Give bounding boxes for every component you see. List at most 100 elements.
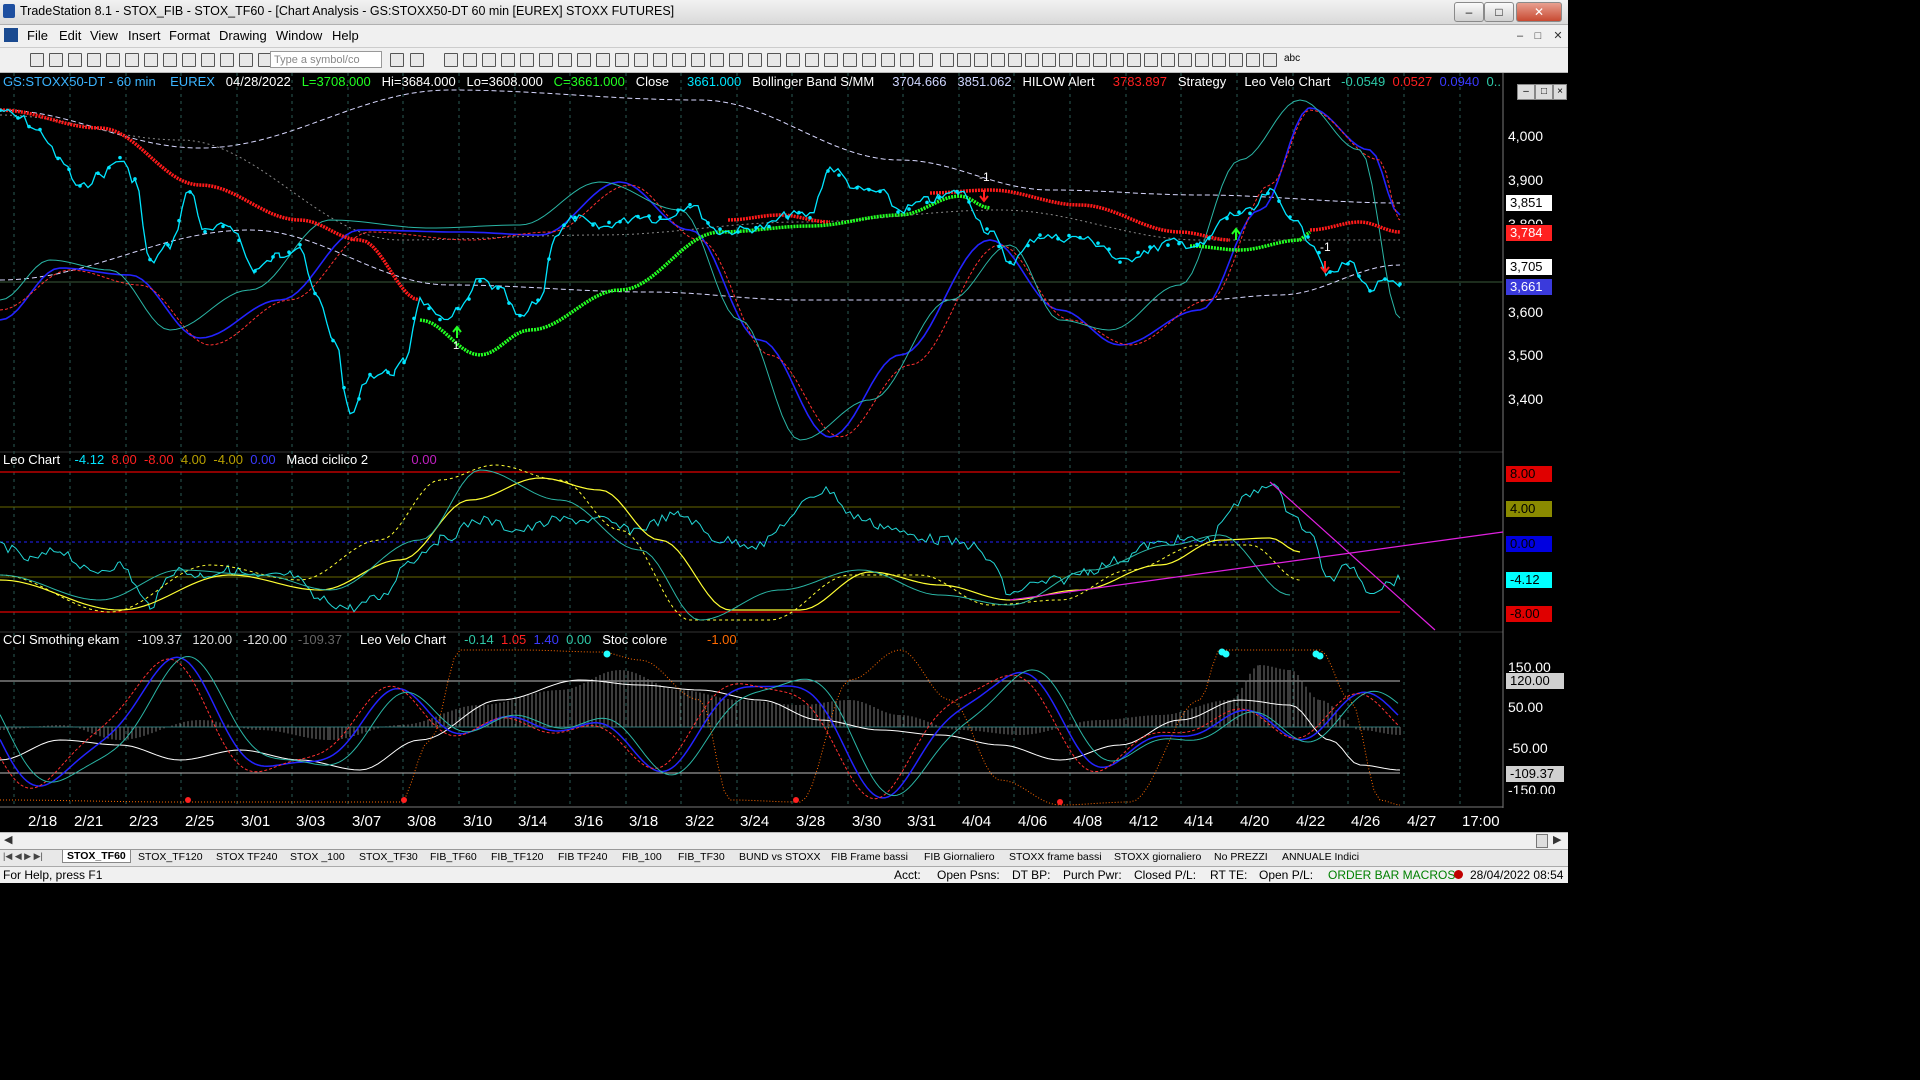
toolbar-tool-icon[interactable]	[1127, 53, 1141, 67]
tab-stox-tf240[interactable]: STOX TF240	[216, 851, 277, 863]
text-tool-button[interactable]: abc	[1284, 53, 1300, 64]
toolbar-tool-icon[interactable]	[991, 53, 1005, 67]
toolbar-tool-icon[interactable]	[501, 53, 515, 67]
menu-view[interactable]: View	[90, 28, 118, 43]
toolbar-tool-icon[interactable]	[900, 53, 914, 67]
toolbar-tool-icon[interactable]	[1076, 53, 1090, 67]
toolbar-tool-icon[interactable]	[1144, 53, 1158, 67]
toolbar-tool-icon[interactable]	[49, 53, 63, 67]
toolbar-tool-icon[interactable]	[729, 53, 743, 67]
chart-close-icon[interactable]: ×	[1553, 84, 1567, 100]
close-button[interactable]: ✕	[1516, 2, 1562, 22]
tab-fib-tf120[interactable]: FIB_TF120	[491, 851, 544, 863]
toolbar-tool-icon[interactable]	[824, 53, 838, 67]
toolbar-tool-icon[interactable]	[1178, 53, 1192, 67]
menu-drawing[interactable]: Drawing	[219, 28, 267, 43]
scroll-thumb[interactable]	[1536, 834, 1548, 848]
toolbar-tool-icon[interactable]	[482, 53, 496, 67]
toolbar-tool-icon[interactable]	[1195, 53, 1209, 67]
toolbar-tool-icon[interactable]	[596, 53, 610, 67]
toolbar-tool-icon[interactable]	[710, 53, 724, 67]
toolbar-tool-icon[interactable]	[615, 53, 629, 67]
menu-window[interactable]: Window	[276, 28, 322, 43]
tab-annuale-indici[interactable]: ANNUALE Indici	[1282, 851, 1359, 863]
tab-stox-tf30[interactable]: STOX_TF30	[359, 851, 418, 863]
toolbar-tool-icon[interactable]	[919, 53, 933, 67]
toolbar-tool-icon[interactable]	[558, 53, 572, 67]
tab-nav-icons[interactable]: |◀ ◀ ▶ ▶|	[3, 851, 43, 862]
toolbar-tool-icon[interactable]	[239, 53, 253, 67]
tab-fib-tf240[interactable]: FIB TF240	[558, 851, 607, 863]
tab-fib-frame-bassi[interactable]: FIB Frame bassi	[831, 851, 908, 863]
toolbar-tool-icon[interactable]	[1212, 53, 1226, 67]
toolbar-tool-icon[interactable]	[653, 53, 667, 67]
toolbar-tool-icon[interactable]	[87, 53, 101, 67]
menu-insert[interactable]: Insert	[128, 28, 161, 43]
scroll-right-icon[interactable]: ▶	[1553, 833, 1561, 846]
maximize-button[interactable]: □	[1484, 2, 1514, 22]
toolbar-tool-icon[interactable]	[1263, 53, 1277, 67]
toolbar-tool-icon[interactable]	[634, 53, 648, 67]
toolbar-tool-icon[interactable]	[1059, 53, 1073, 67]
toolbar-tool-icon[interactable]	[1042, 53, 1056, 67]
toolbar-tool-icon[interactable]	[106, 53, 120, 67]
toolbar-tool-icon[interactable]	[862, 53, 876, 67]
mdi-minimize-icon[interactable]: –	[1512, 29, 1528, 43]
toolbar-tool-icon[interactable]	[843, 53, 857, 67]
toolbar-tool-icon[interactable]	[1110, 53, 1124, 67]
toolbar-tool-icon[interactable]	[1229, 53, 1243, 67]
toolbar-tool-icon[interactable]	[125, 53, 139, 67]
mdi-restore-icon[interactable]: □	[1530, 29, 1546, 43]
toolbar-tool-icon[interactable]	[974, 53, 988, 67]
toolbar-tool-icon[interactable]	[182, 53, 196, 67]
tab-fib-giornaliero[interactable]: FIB Giornaliero	[924, 851, 995, 863]
toolbar-tool-icon[interactable]	[163, 53, 177, 67]
tab-stox-tf120[interactable]: STOX_TF120	[138, 851, 203, 863]
toolbar-tool-icon[interactable]	[1246, 53, 1260, 67]
toolbar-tool-icon[interactable]	[1025, 53, 1039, 67]
toolbar-tool-icon[interactable]	[1008, 53, 1022, 67]
status-order-bar[interactable]: ORDER BAR MACROS	[1328, 868, 1455, 882]
tab-fib-100[interactable]: FIB_100	[622, 851, 662, 863]
toolbar-tool-icon[interactable]	[1161, 53, 1175, 67]
toolbar-tool-icon[interactable]	[68, 53, 82, 67]
toolbar-tool-icon[interactable]	[805, 53, 819, 67]
toolbar-tool-icon[interactable]	[748, 53, 762, 67]
tab-stox-tf60[interactable]: STOX_TF60	[62, 850, 131, 863]
toolbar-tool-icon[interactable]	[767, 53, 781, 67]
minimize-button[interactable]: –	[1454, 2, 1484, 22]
scroll-left-icon[interactable]: ◀	[4, 833, 12, 846]
toolbar-tool-icon[interactable]	[390, 53, 404, 67]
tab-no-prezzi[interactable]: No PREZZI	[1214, 851, 1268, 863]
toolbar-tool-icon[interactable]	[881, 53, 895, 67]
toolbar-tool-icon[interactable]	[577, 53, 591, 67]
mdi-close-icon[interactable]: ✕	[1550, 29, 1566, 43]
menu-format[interactable]: Format	[169, 28, 210, 43]
toolbar-tool-icon[interactable]	[463, 53, 477, 67]
tab-stoxx-frame-bassi[interactable]: STOXX frame bassi	[1009, 851, 1102, 863]
doc-icon[interactable]	[4, 28, 18, 42]
toolbar-tool-icon[interactable]	[410, 53, 424, 67]
toolbar-tool-icon[interactable]	[201, 53, 215, 67]
toolbar-tool-icon[interactable]	[539, 53, 553, 67]
chart-restore-icon[interactable]: □	[1535, 84, 1553, 100]
menu-help[interactable]: Help	[332, 28, 359, 43]
toolbar-tool-icon[interactable]	[672, 53, 686, 67]
toolbar-tool-icon[interactable]	[30, 53, 44, 67]
toolbar-tool-icon[interactable]	[520, 53, 534, 67]
toolbar-tool-icon[interactable]	[1093, 53, 1107, 67]
tab-stoxx-giornaliero[interactable]: STOXX giornaliero	[1114, 851, 1201, 863]
menu-edit[interactable]: Edit	[59, 28, 81, 43]
tab-stox-100[interactable]: STOX _100	[290, 851, 345, 863]
toolbar-tool-icon[interactable]	[144, 53, 158, 67]
toolbar-tool-icon[interactable]	[786, 53, 800, 67]
symbol-input[interactable]: Type a symbol/co	[270, 51, 382, 68]
toolbar-tool-icon[interactable]	[220, 53, 234, 67]
horizontal-scrollbar[interactable]: ◀ ▶	[0, 832, 1568, 849]
tab-fib-tf60[interactable]: FIB_TF60	[430, 851, 477, 863]
menu-file[interactable]: File	[27, 28, 48, 43]
toolbar-tool-icon[interactable]	[691, 53, 705, 67]
tab-bund-vs-stoxx[interactable]: BUND vs STOXX	[739, 851, 821, 863]
chart-minimize-icon[interactable]: –	[1517, 84, 1535, 100]
toolbar-tool-icon[interactable]	[957, 53, 971, 67]
